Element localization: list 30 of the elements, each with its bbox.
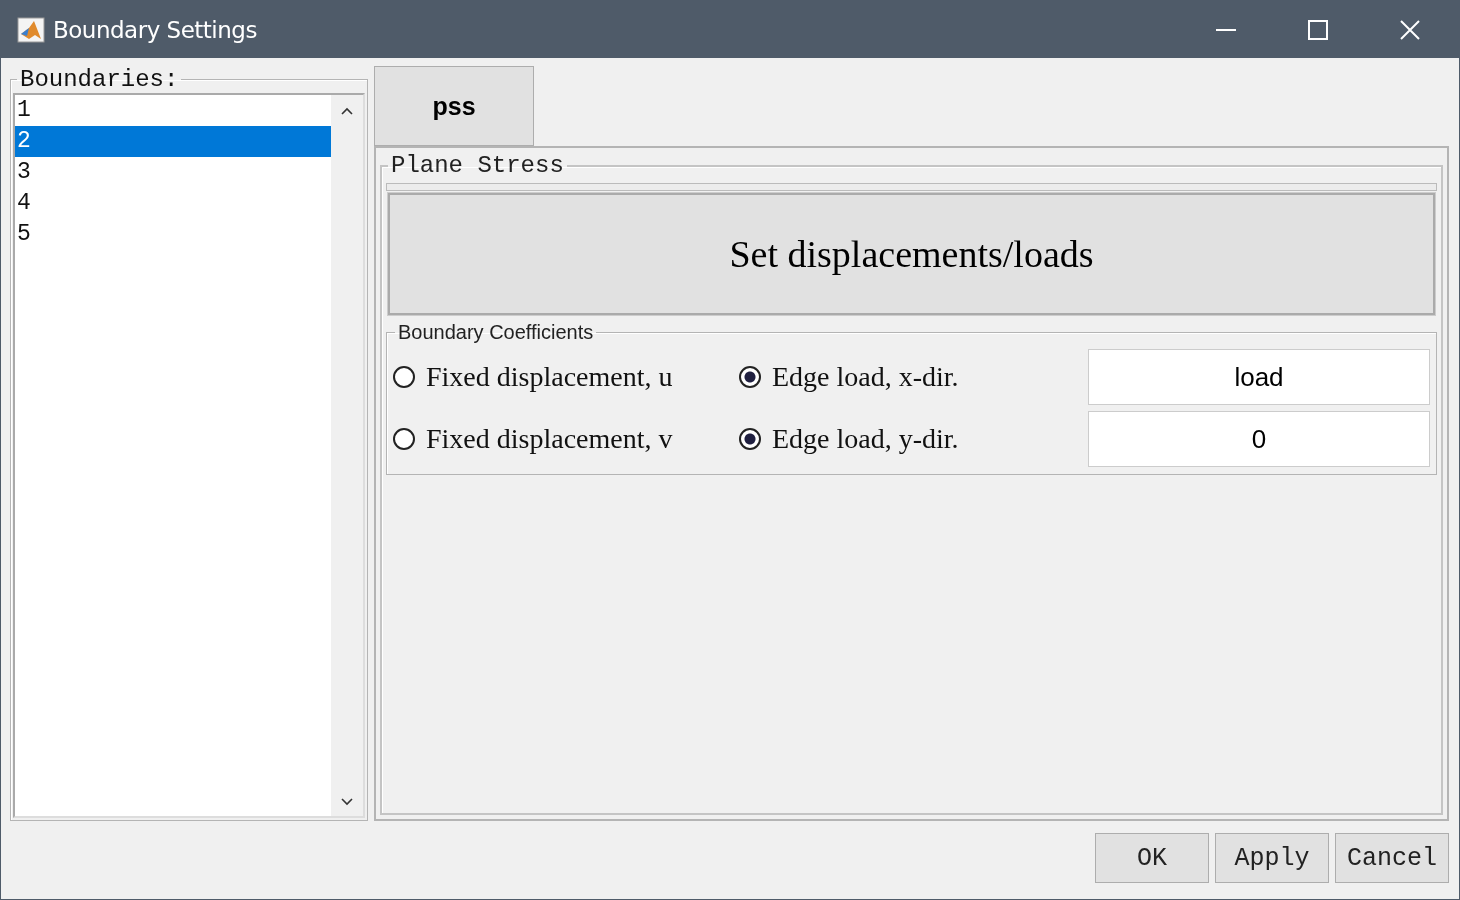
dialog-button[interactable]: Apply	[1215, 833, 1329, 883]
radio-option[interactable]: Edge load, x-dir.	[739, 361, 1085, 393]
group-label: Boundary Coefficients	[397, 321, 595, 344]
radio-option[interactable]: Fixed displacement, u	[393, 361, 739, 393]
radio-button[interactable]	[393, 366, 415, 388]
close-icon[interactable]	[1399, 18, 1421, 41]
list-item[interactable]: 1	[15, 95, 331, 126]
group-label: Boundaries:	[19, 66, 180, 93]
radio-button[interactable]	[739, 366, 761, 388]
mode-button[interactable]: pss	[374, 66, 534, 146]
window-title: Boundary Settings	[53, 16, 257, 43]
set-displacements-button[interactable]: Set displacements/loads	[388, 193, 1435, 315]
dialog-button[interactable]: OK	[1095, 833, 1209, 883]
app-icon	[17, 16, 45, 43]
group-label: Plane Stress	[390, 152, 565, 179]
boundary-list[interactable]: 1 2 3 4 5	[13, 93, 365, 818]
radio-option[interactable]: Fixed displacement, v	[393, 423, 739, 455]
maximize-icon[interactable]	[1307, 18, 1329, 41]
list-item[interactable]: 2	[15, 126, 331, 157]
radio-button[interactable]	[739, 428, 761, 450]
value-field[interactable]: load	[1088, 349, 1430, 405]
value-field[interactable]: 0	[1088, 411, 1430, 467]
radio-option[interactable]: Edge load, y-dir.	[739, 423, 1085, 455]
scroll-up-icon[interactable]	[341, 107, 353, 115]
scroll-down-icon[interactable]	[341, 798, 353, 806]
radio-button[interactable]	[393, 428, 415, 450]
list-item[interactable]: 4	[15, 188, 331, 219]
dialog-button[interactable]: Cancel	[1335, 833, 1449, 883]
list-item[interactable]: 3	[15, 157, 331, 188]
list-item[interactable]: 5	[15, 219, 331, 250]
